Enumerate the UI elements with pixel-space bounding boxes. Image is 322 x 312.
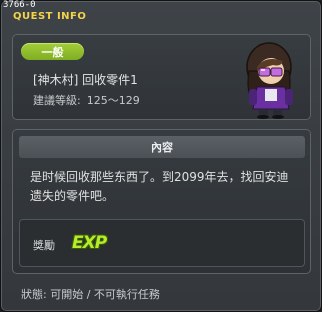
exp-icon: EXP [72, 233, 107, 253]
content-header: 內容 [19, 136, 305, 158]
quest-name: [神木村] 回收零件1 [33, 73, 138, 87]
recommended-level-range: 125～129 [86, 94, 140, 107]
npc-portrait [246, 42, 293, 119]
reward-box: 獎勵 EXP [19, 219, 305, 267]
recommended-level: 建議等級: 125～129 [33, 92, 140, 108]
recommended-level-label: 建議等級: [33, 94, 81, 107]
quest-content-panel: 內容 是时候回收那些东西了。到2099年去，找回安迪遗失的零件吧。 獎勵 EXP [12, 129, 311, 274]
quest-info-window: 3766-0 QUEST INFO 一般 [神木村] 回收零件1 建議等級: 12… [0, 0, 322, 312]
quest-id: 3766-0 [3, 0, 36, 10]
quest-description: 是时候回收那些东西了。到2099年去，找回安迪遗失的零件吧。 [30, 170, 289, 203]
reward-label: 獎勵 [33, 239, 55, 252]
quest-summary-panel: 一般 [神木村] 回收零件1 建議等級: 125～129 [12, 34, 311, 120]
quest-category-tag: 一般 [21, 43, 84, 60]
window-title: QUEST INFO [13, 11, 87, 22]
quest-status: 狀態: 可開始 / 不可執行任務 [21, 288, 160, 301]
